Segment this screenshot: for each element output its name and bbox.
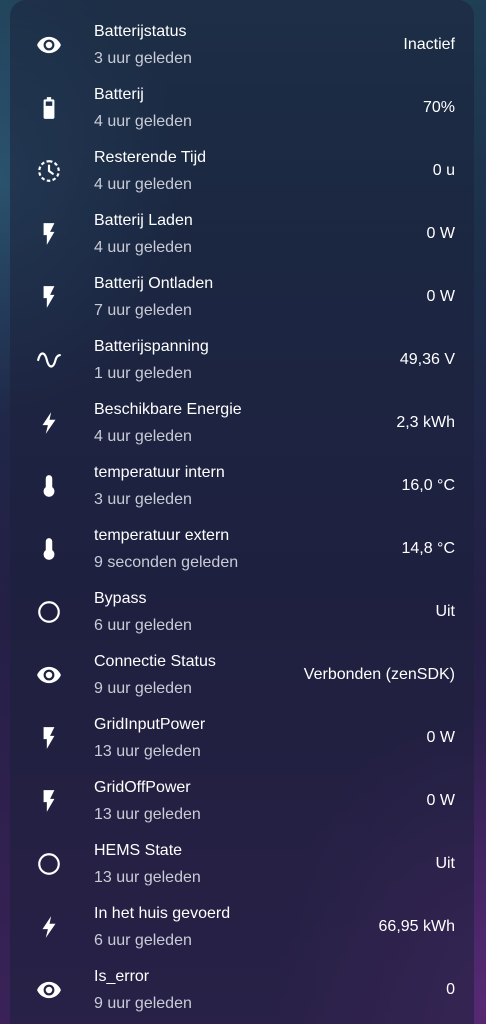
- entity-name: GridOffPower: [94, 779, 191, 796]
- entity-row-temperatuur-intern[interactable]: temperatuur intern 3 uur geleden 16,0 °C: [10, 454, 474, 517]
- entity-row-batterij[interactable]: Batterij 4 uur geleden 70%: [10, 76, 474, 139]
- entity-last-updated: 13 uur geleden: [94, 806, 201, 823]
- entity-name: Batterijspanning: [94, 338, 209, 355]
- circle-outline-icon: [34, 597, 64, 627]
- entity-name: temperatuur extern: [94, 527, 230, 544]
- eye-icon: [34, 660, 64, 690]
- entity-state-value: 70%: [422, 99, 455, 116]
- entity-state-value: Inactief: [403, 36, 455, 53]
- entity-name: GridInputPower: [94, 716, 206, 733]
- entity-last-updated: 4 uur geleden: [94, 113, 192, 130]
- entity-row-beschikbare-energie[interactable]: Beschikbare Energie 4 uur geleden 2,3 kW…: [10, 391, 474, 454]
- entity-row-connectie-status[interactable]: Connectie Status 9 uur geleden Verbonden…: [10, 643, 474, 706]
- entity-name: Batterijstatus: [94, 23, 187, 40]
- flash-icon: [34, 282, 64, 312]
- entity-last-updated: 4 uur geleden: [94, 239, 192, 256]
- entity-row-gridinputpower[interactable]: GridInputPower 13 uur geleden 0 W: [10, 706, 474, 769]
- entity-last-updated: 7 uur geleden: [94, 302, 192, 319]
- entity-name: Batterij: [94, 86, 144, 103]
- entity-last-updated: 6 uur geleden: [94, 617, 192, 634]
- entity-state-value: Uit: [435, 855, 455, 872]
- entity-last-updated: 1 uur geleden: [94, 365, 192, 382]
- entity-name: Bypass: [94, 590, 147, 607]
- thermometer-icon: [34, 471, 64, 501]
- entity-name: Beschikbare Energie: [94, 401, 242, 418]
- entity-last-updated: 13 uur geleden: [94, 743, 201, 760]
- flash-icon: [34, 219, 64, 249]
- flash-icon: [34, 786, 64, 816]
- entity-name: In het huis gevoerd: [94, 905, 231, 922]
- entity-state-value: 16,0 °C: [401, 477, 455, 494]
- entity-last-updated: 9 uur geleden: [94, 680, 192, 697]
- entity-state-value: 2,3 kWh: [396, 414, 455, 431]
- entity-state-value: 0: [446, 981, 455, 998]
- entity-last-updated: 9 seconden geleden: [94, 554, 239, 571]
- entity-name: HEMS State: [94, 842, 183, 859]
- entity-row-hems-state[interactable]: HEMS State 13 uur geleden Uit: [10, 832, 474, 895]
- entity-name: Is_error: [94, 968, 150, 985]
- entity-last-updated: 9 uur geleden: [94, 995, 192, 1012]
- entity-last-updated: 6 uur geleden: [94, 932, 192, 949]
- entity-name: Batterij Laden: [94, 212, 193, 229]
- timer-icon: [34, 156, 64, 186]
- entity-state-value: 0 W: [426, 729, 455, 746]
- entity-last-updated: 4 uur geleden: [94, 176, 192, 193]
- flash-icon: [34, 723, 64, 753]
- entity-row-batterijspanning[interactable]: Batterijspanning 1 uur geleden 49,36 V: [10, 328, 474, 391]
- entity-last-updated: 4 uur geleden: [94, 428, 192, 445]
- entity-state-value: 14,8 °C: [401, 540, 455, 557]
- entity-name: Batterij Ontladen: [94, 275, 214, 292]
- entity-state-value: 66,95 kWh: [378, 918, 455, 935]
- lightning-bolt-icon: [34, 408, 64, 438]
- entity-name: Resterende Tijd: [94, 149, 207, 166]
- entity-row-in-het-huis-gevoerd[interactable]: In het huis gevoerd 6 uur geleden 66,95 …: [10, 895, 474, 958]
- entity-name: Connectie Status: [94, 653, 216, 670]
- eye-icon: [34, 30, 64, 60]
- entity-row-batterij-ontladen[interactable]: Batterij Ontladen 7 uur geleden 0 W: [10, 265, 474, 328]
- entity-state-value: Verbonden (zenSDK): [303, 666, 455, 683]
- thermometer-icon: [34, 534, 64, 564]
- entities-card: Batterijstatus 3 uur geleden Inactief Ba…: [10, 0, 474, 1024]
- entity-state-value: 49,36 V: [399, 351, 455, 368]
- entity-row-gridoffpower[interactable]: GridOffPower 13 uur geleden 0 W: [10, 769, 474, 832]
- sine-wave-icon: [34, 345, 64, 375]
- eye-icon: [34, 975, 64, 1005]
- entity-state-value: Uit: [435, 603, 455, 620]
- entity-state-value: 0 W: [426, 225, 455, 242]
- entity-last-updated: 3 uur geleden: [94, 50, 192, 67]
- battery-icon: [34, 93, 64, 123]
- entity-name: temperatuur intern: [94, 464, 225, 481]
- entity-state-value: 0 W: [426, 288, 455, 305]
- entity-last-updated: 3 uur geleden: [94, 491, 192, 508]
- entity-last-updated: 13 uur geleden: [94, 869, 201, 886]
- lightning-bolt-icon: [34, 912, 64, 942]
- entity-row-batterijstatus[interactable]: Batterijstatus 3 uur geleden Inactief: [10, 13, 474, 76]
- entity-row-bypass[interactable]: Bypass 6 uur geleden Uit: [10, 580, 474, 643]
- entity-row-batterij-laden[interactable]: Batterij Laden 4 uur geleden 0 W: [10, 202, 474, 265]
- circle-outline-icon: [34, 849, 64, 879]
- entity-row-is-error[interactable]: Is_error 9 uur geleden 0: [10, 958, 474, 1021]
- entity-state-value: 0 W: [426, 792, 455, 809]
- entity-state-value: 0 u: [432, 162, 455, 179]
- entity-row-resterende-tijd[interactable]: Resterende Tijd 4 uur geleden 0 u: [10, 139, 474, 202]
- entity-row-temperatuur-extern[interactable]: temperatuur extern 9 seconden geleden 14…: [10, 517, 474, 580]
